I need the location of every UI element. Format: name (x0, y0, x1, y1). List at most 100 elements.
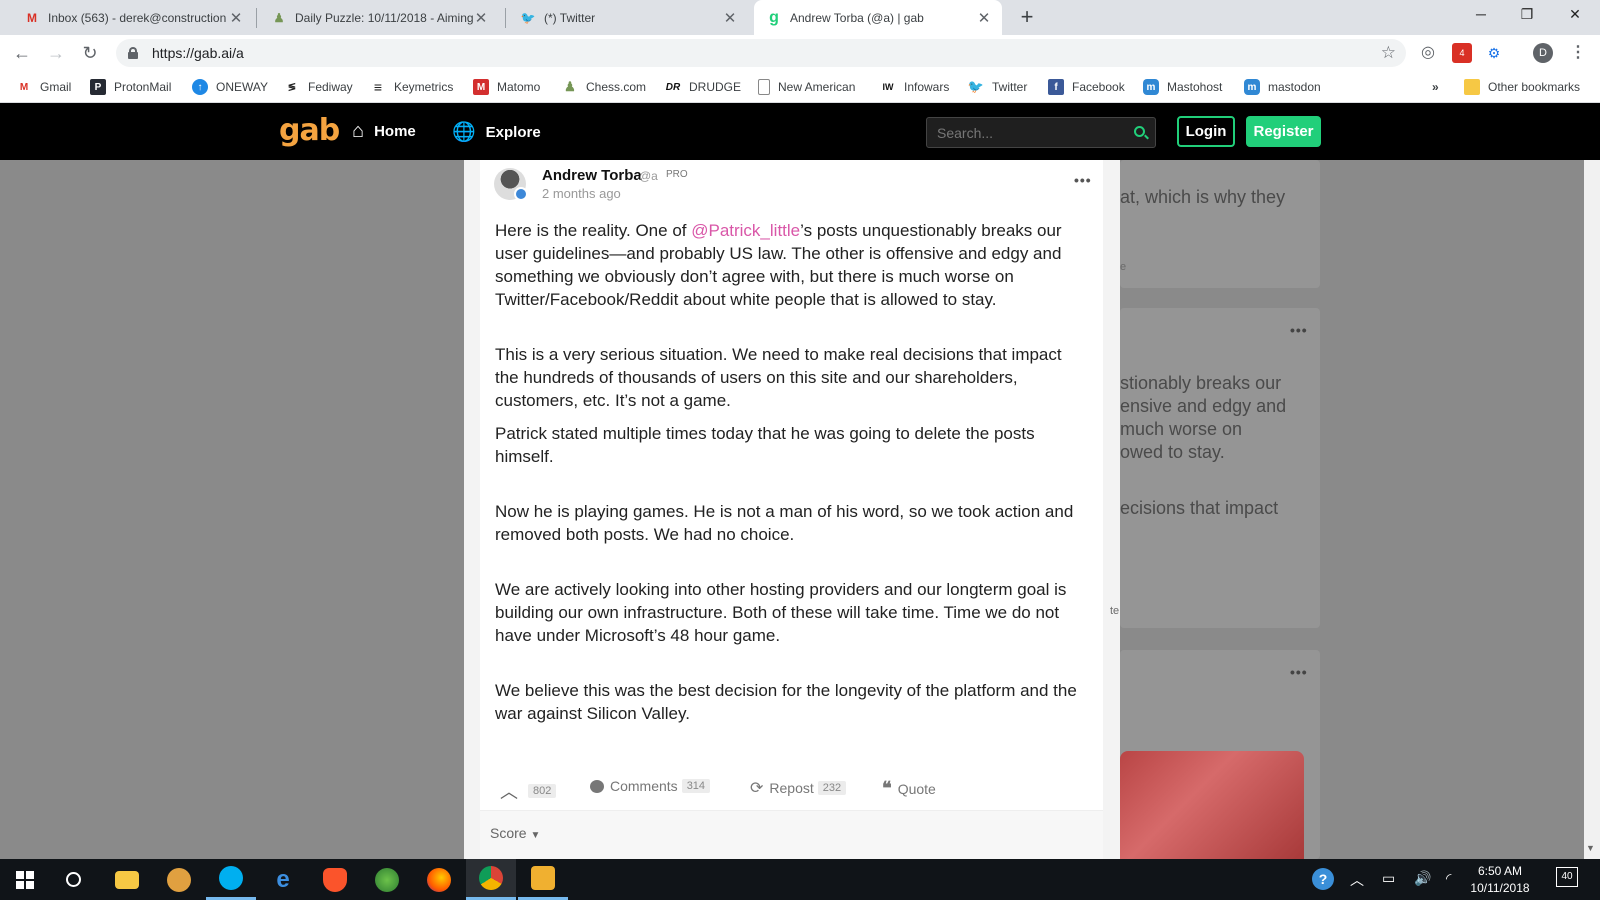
system-clock[interactable]: 6:50 AM 10/11/2018 (1460, 863, 1540, 897)
bookmark-infowars[interactable]: IW Infowars (880, 71, 950, 103)
restore-button[interactable]: ❐ (1504, 0, 1550, 30)
search-icon[interactable] (1134, 126, 1145, 137)
bookmark-drudge[interactable]: DR DRUDGE (665, 71, 741, 103)
bookmark-label: Fediway (308, 80, 353, 94)
extension-badge: 4 (1459, 48, 1465, 58)
taskbar-edge[interactable]: e (258, 859, 308, 900)
close-window-button[interactable]: ✕ (1552, 0, 1598, 30)
nav-explore[interactable]: 🌐 Explore (452, 120, 541, 144)
more-options-icon[interactable]: ••• (1074, 172, 1092, 188)
taskbar-app[interactable] (154, 859, 204, 900)
minimize-button[interactable]: ─ (1458, 0, 1504, 30)
text-run: Here is the reality. One of (495, 221, 692, 240)
volume-icon[interactable]: 🔊 (1414, 870, 1431, 887)
background-text: at, which is why they (1120, 187, 1286, 207)
close-icon[interactable]: ✕ (473, 9, 489, 27)
bookmark-other-folder[interactable]: Other bookmarks (1464, 71, 1580, 103)
tab-title: Inbox (563) - derek@construction (48, 10, 227, 25)
clock-date: 10/11/2018 (1470, 881, 1530, 895)
extension-badge-icon[interactable]: 4 (1452, 43, 1472, 63)
new-tab-button[interactable]: + (1014, 5, 1040, 31)
bookmark-mastodon[interactable]: m mastodon (1244, 71, 1321, 103)
nav-home[interactable]: ⌂ Home (352, 120, 416, 143)
bookmark-keymetrics[interactable]: ≡ Keymetrics (370, 71, 453, 103)
tab-gmail[interactable]: M Inbox (563) - derek@construction ✕ (12, 0, 254, 35)
tab-twitter[interactable]: 🐦 (*) Twitter ✕ (508, 0, 748, 35)
page-scrollbar[interactable] (1584, 160, 1600, 859)
mastodon-icon: m (1244, 79, 1260, 95)
taskbar-globe-app[interactable] (362, 859, 412, 900)
author-handle[interactable]: @a (639, 169, 658, 183)
cortana-button[interactable] (48, 859, 98, 900)
twitter-icon: 🐦 (520, 10, 536, 25)
bookmark-fediway[interactable]: ≶ Fediway (284, 71, 353, 103)
browser-tab-strip: M Inbox (563) - derek@construction ✕ ♟ D… (0, 0, 1600, 35)
bookmark-oneway[interactable]: ↑ ONEWAY (192, 71, 268, 103)
chevron-up-icon[interactable]: ︿ (1350, 870, 1364, 890)
taskbar-file-explorer[interactable] (102, 859, 152, 900)
globe-icon: 🌐 (452, 122, 476, 143)
background-text: te (1110, 605, 1120, 617)
upvote-count: 802 (528, 784, 557, 798)
bookmark-label: ONEWAY (216, 80, 269, 94)
bookmarks-overflow-button[interactable]: » (1432, 71, 1439, 103)
scroll-down-arrow-icon[interactable]: ▼ (1586, 843, 1595, 853)
sort-dropdown[interactable]: Score ▼ (490, 825, 540, 841)
upvote-button[interactable]: ︿ 802 (494, 778, 557, 804)
extension-icon[interactable]: ⚙ (1484, 43, 1504, 63)
taskbar-skype[interactable] (206, 859, 256, 900)
mention-link[interactable]: @Patrick_little (691, 221, 800, 240)
close-icon[interactable]: ✕ (228, 9, 244, 27)
bookmark-label: Other bookmarks (1488, 80, 1581, 94)
author-name[interactable]: Andrew Torba (542, 167, 642, 184)
clock-time: 6:50 AM (1477, 864, 1523, 878)
battery-icon[interactable]: ▭ (1382, 870, 1395, 887)
taskbar-brave[interactable] (310, 859, 360, 900)
reload-icon[interactable]: ↻ (78, 41, 102, 65)
bookmark-label: ProtonMail (114, 80, 172, 94)
start-button[interactable] (0, 859, 50, 900)
profile-initial: D (1539, 47, 1547, 59)
page-icon (758, 79, 770, 95)
more-icon: ••• (1290, 664, 1308, 680)
tab-gab[interactable]: g Andrew Torba (@a) | gab ✕ (754, 0, 1002, 35)
bookmark-mastohost[interactable]: m Mastohost (1143, 71, 1222, 103)
bookmark-new-american[interactable]: New American (758, 71, 855, 103)
keymetrics-icon: ≡ (373, 79, 383, 95)
star-icon[interactable]: ☆ (1381, 43, 1396, 63)
comments-button[interactable]: Comments 314 (590, 778, 711, 794)
repost-button[interactable]: ⟳ Repost 232 (750, 778, 847, 798)
back-arrow-icon[interactable]: ← (10, 41, 34, 65)
bookmark-chess[interactable]: ♟ Chess.com (562, 71, 646, 103)
fediway-icon: ≶ (287, 81, 297, 93)
bookmark-twitter[interactable]: 🐦 Twitter (968, 71, 1027, 103)
extension-icon[interactable]: ◎ (1418, 43, 1438, 63)
crown-icon (531, 866, 555, 890)
close-icon[interactable]: ✕ (722, 9, 738, 27)
close-icon[interactable]: ✕ (976, 9, 992, 27)
tab-chess[interactable]: ♟ Daily Puzzle: 10/11/2018 - Aiming ✕ (259, 0, 499, 35)
notification-center-icon[interactable]: 40 (1556, 867, 1578, 887)
bookmark-label: Matomo (497, 80, 541, 94)
taskbar-chrome[interactable] (466, 859, 516, 900)
bookmark-gmail[interactable]: M Gmail (16, 71, 72, 103)
profile-avatar[interactable]: D (1533, 43, 1553, 63)
forward-arrow-icon[interactable]: → (44, 41, 68, 65)
post-timestamp[interactable]: 2 months ago (542, 186, 621, 201)
menu-kebab-icon[interactable]: ⋮ (1568, 43, 1588, 63)
login-button[interactable]: Login (1177, 116, 1235, 147)
bookmark-matomo[interactable]: M Matomo (473, 71, 540, 103)
address-bar[interactable]: https://gab.ai/a ☆ (116, 39, 1406, 67)
search-input[interactable]: Search... (926, 117, 1156, 148)
gab-logo[interactable]: gab (279, 113, 340, 148)
help-icon[interactable]: ? (1312, 868, 1334, 890)
taskbar-app-crown[interactable] (518, 859, 568, 900)
facebook-icon: f (1048, 79, 1064, 95)
taskbar-firefox[interactable] (414, 859, 464, 900)
bookmark-facebook[interactable]: f Facebook (1048, 71, 1125, 103)
register-button[interactable]: Register (1246, 116, 1321, 147)
folder-icon (1464, 79, 1480, 95)
wifi-icon[interactable]: ◜ (1446, 870, 1451, 887)
quote-button[interactable]: ❝ Quote (882, 778, 936, 799)
bookmark-protonmail[interactable]: P ProtonMail (90, 71, 171, 103)
